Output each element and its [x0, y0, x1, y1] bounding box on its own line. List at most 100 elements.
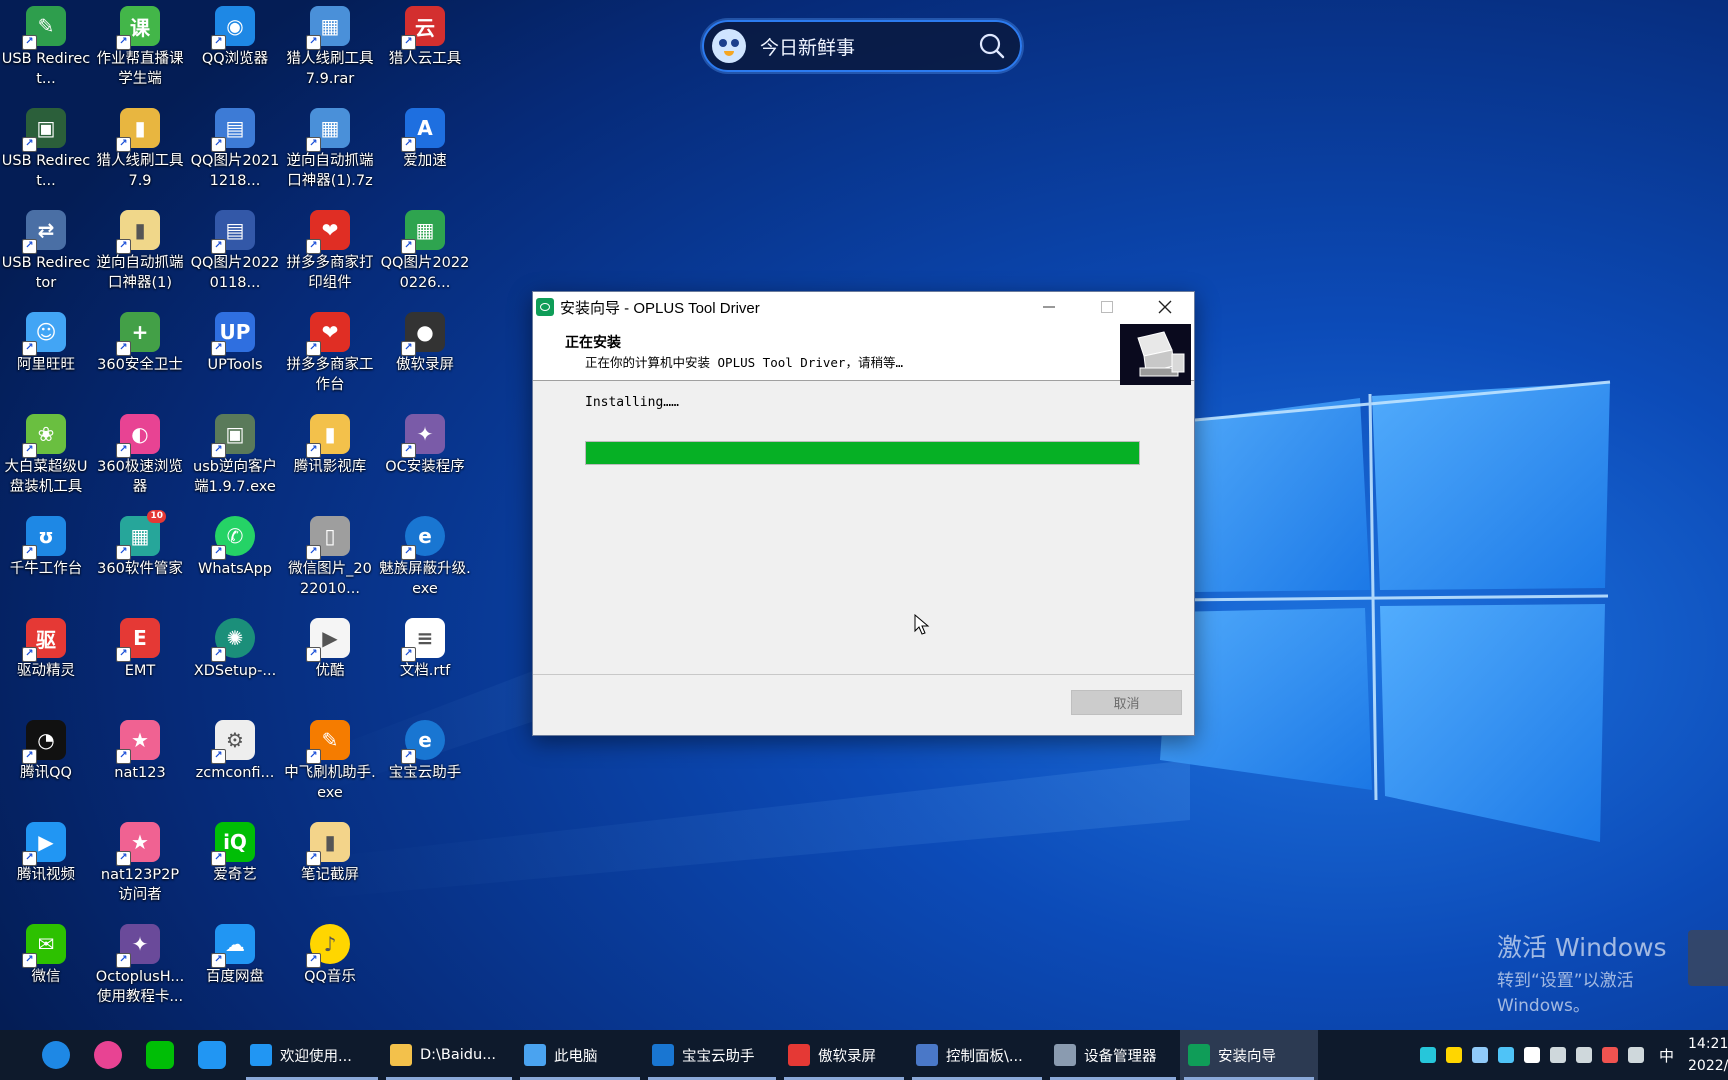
this-pc-icon — [524, 1044, 546, 1066]
cancel-button[interactable]: 取消 — [1071, 690, 1182, 715]
bluetooth-icon[interactable] — [1523, 1047, 1540, 1063]
baidu-netdisk-tray-icon[interactable] — [1471, 1047, 1488, 1063]
desktop-icon[interactable]: ▤ ↗ QQ图片20211218... — [187, 102, 283, 202]
desktop-icon[interactable]: E ↗ EMT — [92, 612, 188, 712]
desktop-icon[interactable]: 云 ↗ 猎人云工具 — [377, 0, 473, 100]
search-widget[interactable]: 今日新鲜事 — [702, 20, 1022, 72]
desktop-icon[interactable]: iQ ↗ 爱奇艺 — [187, 816, 283, 916]
desktop-icon[interactable]: ☺ ↗ 阿里旺旺 — [0, 306, 94, 406]
taskbar-pinned-app[interactable] — [82, 1030, 134, 1080]
qq-music-tray-icon[interactable] — [1445, 1047, 1462, 1063]
shortcut-arrow-icon: ↗ — [211, 137, 226, 152]
taskbar-app-label: 安装向导 — [1218, 1048, 1276, 1065]
desktop-icon[interactable]: ✺ ↗ XDSetup-... — [187, 612, 283, 712]
upload-icon[interactable] — [1497, 1047, 1514, 1063]
desktop-icon[interactable]: ❀ ↗ 大白菜超级U盘装机工具 — [0, 408, 94, 508]
desktop-icon[interactable]: ▯ ↗ 微信图片_2022010... — [282, 510, 378, 610]
close-button[interactable] — [1136, 292, 1194, 322]
desktop-icon[interactable]: ʊ ↗ 千牛工作台 — [0, 510, 94, 610]
taskbar-app-button[interactable]: 设备管理器 — [1046, 1030, 1180, 1080]
taskbar-app-label: D:\Baidu... — [420, 1047, 497, 1063]
desktop-icon-label: 360软件管家 — [97, 561, 183, 577]
desktop-icon-label: 腾讯视频 — [17, 867, 75, 883]
taskbar-app-button[interactable]: 控制面板\... — [908, 1030, 1046, 1080]
desktop-icon[interactable]: ▦ ↗ 逆向自动抓端口神器(1).7z — [282, 102, 378, 202]
desktop-icon[interactable]: ♪ ↗ QQ音乐 — [282, 918, 378, 1018]
desktop-icon[interactable]: ◐ ↗ 360极速浏览器 — [92, 408, 188, 508]
security-icon[interactable] — [1601, 1047, 1618, 1063]
desktop-icon[interactable]: ▶ ↗ 腾讯视频 — [0, 816, 94, 916]
desktop-icon[interactable]: ❤ ↗ 拼多多商家工作台 — [282, 306, 378, 406]
desktop-icon[interactable]: ⇄ ↗ USB Redirector — [0, 204, 94, 304]
desktop-icon[interactable]: ▦ ↗ 10 360软件管家 — [92, 510, 188, 610]
desktop-icon[interactable]: UP ↗ UPTools — [187, 306, 283, 406]
shortcut-arrow-icon: ↗ — [116, 749, 131, 764]
desktop-icon[interactable]: ✦ ↗ OctoplusH...使用教程卡... — [92, 918, 188, 1018]
maximize-button[interactable] — [1078, 292, 1136, 322]
search-icon[interactable] — [978, 32, 1006, 60]
360-browser-icon — [94, 1041, 122, 1069]
desktop-icon[interactable]: ✎ ↗ USB Redirect... — [0, 0, 94, 100]
desktop-icon[interactable]: 课 ↗ 作业帮直播课学生端 — [92, 0, 188, 100]
desktop-icon[interactable]: ✆ ↗ WhatsApp — [187, 510, 283, 610]
taskbar-app-button[interactable]: 此电脑 — [516, 1030, 644, 1080]
taskbar-app-button[interactable]: 安装向导 — [1180, 1030, 1318, 1080]
taskbar-pinned-app[interactable] — [134, 1030, 186, 1080]
desktop-icon[interactable]: ★ ↗ nat123P2P访问者 — [92, 816, 188, 916]
title-bar[interactable]: 安装向导 - OPLUS Tool Driver — [533, 292, 1194, 322]
desktop-icon[interactable]: A ↗ 爱加速 — [377, 102, 473, 202]
clock-date: 2022/4 — [1688, 1058, 1728, 1074]
volume-icon[interactable] — [1627, 1047, 1644, 1063]
desktop-icon[interactable]: ▮ ↗ 腾讯影视库 — [282, 408, 378, 508]
desktop-icon[interactable]: e ↗ 魅族屏蔽升级.exe — [377, 510, 473, 610]
desktop-icon[interactable]: ▮ ↗ 逆向自动抓端口神器(1) — [92, 204, 188, 304]
desktop-icon[interactable]: ☁ ↗ 百度网盘 — [187, 918, 283, 1018]
taskbar-app-button[interactable]: 宝宝云助手 — [644, 1030, 780, 1080]
battery-icon[interactable] — [1549, 1047, 1566, 1063]
desktop-icon[interactable]: ❤ ↗ 拼多多商家打印组件 — [282, 204, 378, 304]
close-icon — [1158, 300, 1172, 314]
shortcut-arrow-icon: ↗ — [22, 851, 37, 866]
clock[interactable]: 14:21 2022/4 — [1688, 1033, 1728, 1077]
input-method-indicator[interactable]: 中 — [1659, 1045, 1674, 1066]
desktop-icon[interactable]: ▮ ↗ 猎人线刷工具7.9 — [92, 102, 188, 202]
desktop-icon[interactable]: 驱 ↗ 驱动精灵 — [0, 612, 94, 712]
taskbar-app-label: 控制面板\... — [946, 1048, 1023, 1065]
iqiyi-icon — [146, 1041, 174, 1069]
desktop-icon[interactable]: ★ ↗ nat123 — [92, 714, 188, 814]
display-icon[interactable] — [1575, 1047, 1592, 1063]
desktop-icon[interactable]: ▣ ↗ usb逆向客户端1.9.7.exe — [187, 408, 283, 508]
desktop-icon[interactable]: ≡ ↗ 文档.rtf — [377, 612, 473, 712]
network-icon[interactable] — [1419, 1047, 1436, 1063]
desktop-icon[interactable]: ▮ ↗ 笔记截屏 — [282, 816, 378, 916]
desktop-icon[interactable]: ● ↗ 傲软录屏 — [377, 306, 473, 406]
taskbar-pinned-app[interactable] — [186, 1030, 238, 1080]
desktop-icon[interactable]: ✦ ↗ OC安装程序 — [377, 408, 473, 508]
desktop-icon[interactable]: ◔ ↗ 腾讯QQ — [0, 714, 94, 814]
shortcut-arrow-icon: ↗ — [401, 749, 416, 764]
desktop-icon[interactable]: ✉ ↗ 微信 — [0, 918, 94, 1018]
desktop-icon[interactable]: ▶ ↗ 优酷 — [282, 612, 378, 712]
minimize-button[interactable] — [1020, 292, 1078, 322]
taskbar-app-button[interactable]: 欢迎使用... — [242, 1030, 382, 1080]
taskbar-pinned-app[interactable] — [30, 1030, 82, 1080]
shortcut-arrow-icon: ↗ — [211, 443, 226, 458]
shortcut-arrow-icon: ↗ — [22, 239, 37, 254]
taskbar-app-button[interactable]: D:\Baidu... — [382, 1030, 516, 1080]
desktop-icon[interactable]: ✎ ↗ 中飞刷机助手.exe — [282, 714, 378, 814]
desktop-icon[interactable]: ▦ ↗ 猎人线刷工具7.9.rar — [282, 0, 378, 100]
notification-tab[interactable] — [1688, 930, 1728, 986]
taskbar-app-button[interactable]: 傲软录屏 — [780, 1030, 908, 1080]
lieren-cloud-icon: 云 ↗ — [401, 6, 445, 50]
folder-icon: ▮ ↗ — [306, 822, 350, 866]
7z-archive-icon: ▦ ↗ — [306, 108, 350, 152]
desktop-icon[interactable]: ◉ ↗ QQ浏览器 — [187, 0, 283, 100]
desktop-icon[interactable]: ▦ ↗ QQ图片20220226... — [377, 204, 473, 304]
desktop-icon[interactable]: + ↗ 360安全卫士 — [92, 306, 188, 406]
tencent-video-icon: ▶ ↗ — [22, 822, 66, 866]
desktop-icon[interactable]: e ↗ 宝宝云助手 — [377, 714, 473, 814]
desktop-icon[interactable]: ⚙ ↗ zcmconfi... — [187, 714, 283, 814]
desktop-icon[interactable]: ▤ ↗ QQ图片20220118... — [187, 204, 283, 304]
whatsapp-icon: ✆ ↗ — [211, 516, 255, 560]
desktop-icon[interactable]: ▣ ↗ USB Redirect... — [0, 102, 94, 202]
